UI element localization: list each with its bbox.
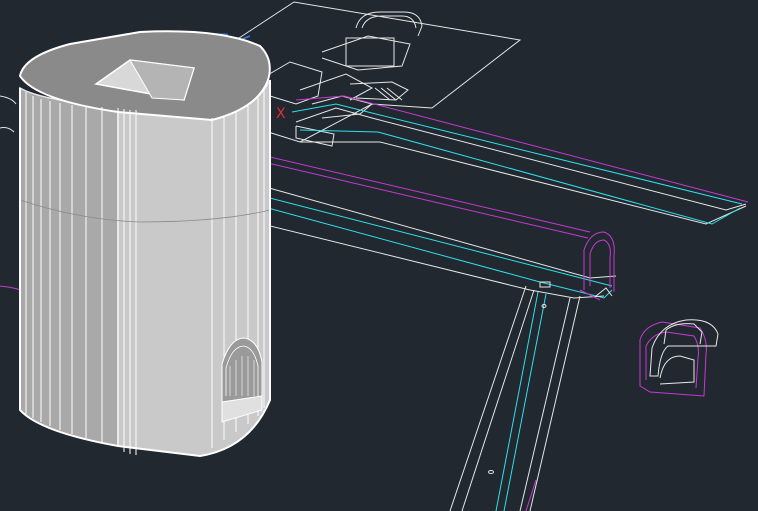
offscreen-linework [0,95,17,133]
tunnel-entrance[interactable] [579,231,615,301]
ucs-x-label: X [276,106,286,122]
cad-model-viewport[interactable]: Z X [0,0,758,511]
pipeline-main[interactable] [237,95,749,239]
small-chamber[interactable] [639,319,719,397]
building-outline[interactable] [235,1,522,147]
cylindrical-shaft-solid[interactable] [18,30,271,458]
pipeline-branch[interactable] [229,185,617,511]
